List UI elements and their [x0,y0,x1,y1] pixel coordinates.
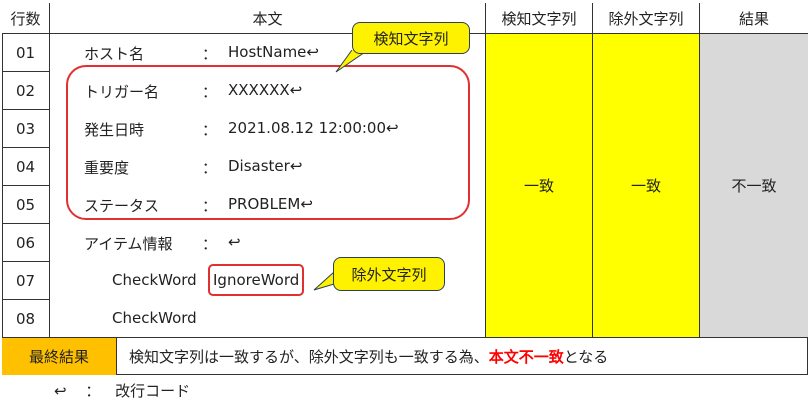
body-colon: ： [202,45,218,63]
detect-result-cell: 一致 [486,34,593,338]
line-number: 05 [2,186,50,224]
body-key: ホスト名 [84,45,145,63]
ignore-word-box: IgnoreWord [208,264,305,296]
exclude-callout: 除外文字列 [333,257,445,291]
final-text-after: となる [563,348,609,366]
body-key: CheckWord [112,271,197,289]
legend-text: 改行コード [115,382,191,400]
body-key: CheckWord [112,309,197,327]
header-line-no: 行数 [2,3,50,34]
final-text-before: 検知文字列は一致するが、除外文字列も一致する為、 [129,348,489,366]
body-value-line-01: HostName↩ [228,43,319,61]
line-number: 08 [2,300,50,338]
line-number: 02 [2,72,50,110]
body-value: HostName [228,43,307,61]
legend-colon: ： [85,382,101,400]
final-result-cell: 不一致 [700,34,808,338]
line-number: 04 [2,148,50,186]
final-text: 検知文字列は一致するが、除外文字列も一致する為、 本文不一致 となる [117,338,808,375]
return-icon: ↩ [54,382,67,400]
header-exclude: 除外文字列 [593,3,700,34]
detect-callout: 検知文字列 [352,22,470,54]
exclude-result-cell: 一致 [593,34,700,338]
header-result: 結果 [700,3,808,34]
header-detect: 検知文字列 [486,3,593,34]
body-value-line-06: ↩ [228,233,241,251]
body-key: アイテム情報 [84,235,173,253]
line-number: 03 [2,110,50,148]
line-number: 07 [2,262,50,300]
final-label: 最終結果 [2,338,117,375]
final-text-emphasis: 本文不一致 [488,348,564,366]
return-icon: ↩ [228,233,241,251]
legend: ↩ ： 改行コード [54,380,190,401]
body-colon: ： [202,235,218,253]
detect-highlight-box [66,65,470,220]
line-number: 01 [2,34,50,72]
line-number: 06 [2,224,50,262]
return-icon: ↩ [306,43,319,61]
